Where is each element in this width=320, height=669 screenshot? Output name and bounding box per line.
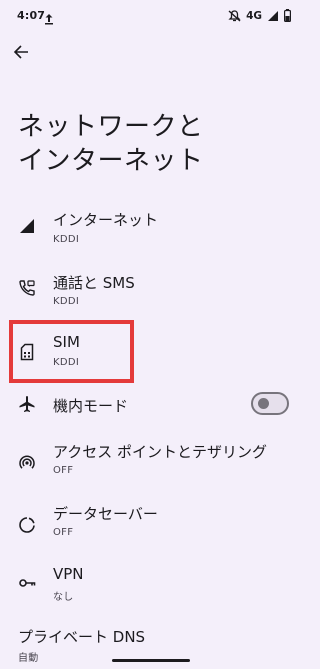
private-dns-sub: 自動 [18, 653, 39, 664]
status-icons: 4G [228, 9, 291, 22]
private-dns-label: プライベート DNS [18, 628, 146, 646]
hotspot-icon [16, 451, 38, 473]
arrow-back-icon [13, 44, 29, 64]
status-bar: 4:07 4G [0, 0, 301, 32]
toggle-knob [258, 398, 269, 409]
page-title-line1: ネットワークと [18, 112, 204, 142]
vpn-label: VPN [53, 565, 84, 583]
battery-icon [284, 9, 291, 22]
network-type: 4G [246, 9, 262, 22]
upload-icon [44, 10, 54, 25]
internet-sub: KDDI [53, 234, 80, 245]
highlight-box [9, 320, 134, 383]
page-title: ネットワークと インターネット [18, 110, 288, 178]
list-item-data-saver[interactable]: データセーバー OFF [0, 499, 301, 555]
internet-label: インターネット [53, 211, 159, 229]
calls-sms-label: 通話と SMS [53, 274, 135, 292]
list-item-internet[interactable]: インターネット KDDI [0, 197, 301, 253]
list-item-hotspot[interactable]: アクセス ポイントとテザリング OFF [0, 437, 301, 493]
key-icon [16, 572, 38, 594]
data-saver-sub: OFF [53, 527, 74, 538]
airplane-icon [16, 393, 38, 415]
list-item-vpn[interactable]: VPN なし [0, 560, 301, 616]
calls-sms-sub: KDDI [53, 296, 80, 307]
vpn-sub: なし [53, 592, 74, 603]
signal-icon [16, 215, 38, 237]
hotspot-label: アクセス ポイントとテザリング [53, 443, 268, 461]
airplane-label: 機内モード [53, 397, 129, 415]
page-title-line2: インターネット [18, 146, 204, 176]
mute-icon [228, 9, 241, 22]
data-saver-icon [16, 514, 38, 536]
airplane-mode-toggle[interactable] [251, 392, 289, 415]
gesture-nav-handle[interactable] [112, 659, 190, 662]
phone-sms-icon [16, 277, 38, 299]
data-saver-label: データセーバー [53, 505, 158, 523]
status-time: 4:07 [17, 9, 46, 22]
back-button[interactable] [8, 41, 34, 67]
cell-signal-icon [267, 10, 279, 22]
hotspot-sub: OFF [53, 465, 74, 476]
list-item-calls-sms[interactable]: 通話と SMS KDDI [0, 259, 301, 315]
